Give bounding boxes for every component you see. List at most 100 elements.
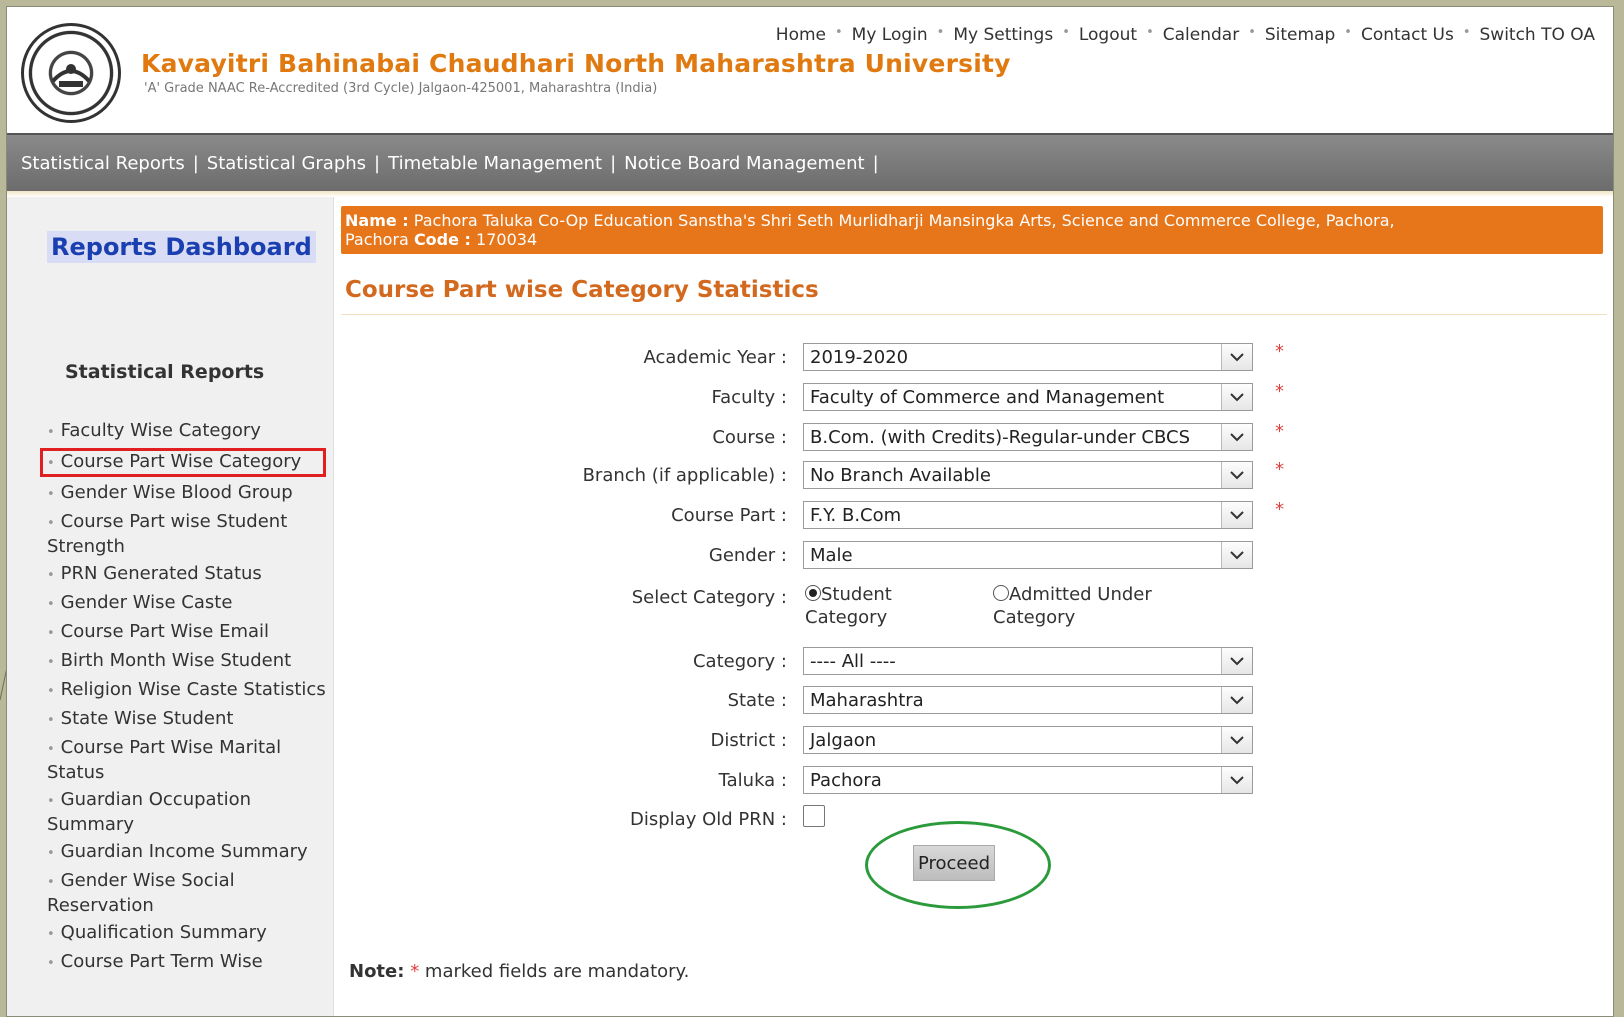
required-marker: *: [1275, 499, 1284, 520]
academic-year-select[interactable]: 2019-2020: [803, 343, 1253, 371]
sidebar-item-label: Course Part Term Wise: [60, 951, 263, 972]
site-header: Kavayitri Bahinabai Chaudhari North Maha…: [7, 7, 1613, 133]
nav-statistical-reports[interactable]: Statistical Reports: [21, 153, 185, 174]
chevron-down-icon[interactable]: [1221, 462, 1252, 488]
required-marker: *: [1275, 421, 1284, 442]
sidebar-item-prn-generated-status[interactable]: • PRN Generated Status: [47, 562, 329, 587]
chevron-down-icon[interactable]: [1221, 424, 1252, 450]
sidebar-section-title: Statistical Reports: [65, 361, 265, 383]
category-label: Category :: [692, 651, 787, 672]
sidebar-item-gender-wise-blood-group[interactable]: • Gender Wise Blood Group: [47, 481, 329, 506]
college-name-line2: Pachora: [345, 230, 409, 249]
sidebar-item-qualification-summary[interactable]: • Qualification Summary: [47, 921, 329, 946]
sidebar-item-label: Birth Month Wise Student: [60, 650, 292, 671]
select-category-row: Select Category : Student Category Admit…: [341, 583, 1607, 639]
university-seal-icon[interactable]: [21, 23, 121, 123]
state-select[interactable]: Maharashtra: [803, 686, 1253, 714]
proceed-button[interactable]: Proceed: [913, 845, 995, 881]
state-row: State : Maharashtra: [341, 686, 1607, 716]
sidebar-item-course-part-wise-email[interactable]: • Course Part Wise Email: [47, 620, 329, 645]
nav-separator: |: [872, 152, 879, 174]
sidebar-item-course-part-wise-category[interactable]: • Course Part Wise Category: [40, 448, 326, 477]
radio-student-label-2: Category: [805, 607, 888, 628]
link-my-login[interactable]: My Login: [852, 25, 928, 45]
required-marker: *: [1275, 459, 1284, 480]
sidebar-item-label: Qualification Summary: [60, 922, 267, 943]
sidebar-item-course-part-term-wise[interactable]: • Course Part Term Wise: [47, 950, 329, 975]
note-text: marked fields are mandatory.: [424, 961, 690, 982]
link-separator: •: [1062, 25, 1070, 40]
radio-unselected-icon[interactable]: [993, 585, 1009, 601]
sidebar-item-course-part-wise-student-strength[interactable]: • Course Part wise Student Strength: [47, 510, 329, 558]
link-my-settings[interactable]: My Settings: [953, 25, 1053, 45]
sidebar-item-label: Guardian Income Summary: [60, 841, 308, 862]
display-old-prn-checkbox[interactable]: [803, 805, 825, 827]
bullet-icon: •: [47, 846, 55, 861]
faculty-label: Faculty :: [711, 387, 787, 408]
radio-student-category[interactable]: Student Category: [805, 583, 892, 629]
link-separator: •: [936, 25, 945, 40]
sidebar-item-label: PRN Generated Status: [60, 563, 262, 584]
display-old-prn-row: Display Old PRN :: [341, 805, 1607, 835]
chevron-down-icon[interactable]: [1221, 384, 1252, 410]
bullet-icon: •: [47, 713, 55, 728]
link-sitemap[interactable]: Sitemap: [1265, 25, 1335, 45]
chevron-down-icon[interactable]: [1221, 767, 1252, 793]
state-label: State :: [727, 690, 787, 711]
taluka-select[interactable]: Pachora: [803, 766, 1253, 794]
sidebar-item-label: State Wise Student: [60, 708, 234, 729]
sidebar-item-label: Gender Wise Blood Group: [60, 482, 293, 503]
nav-timetable-management[interactable]: Timetable Management: [388, 153, 602, 174]
taluka-label: Taluka :: [718, 770, 787, 791]
bullet-icon: •: [47, 487, 55, 502]
category-select[interactable]: ---- All ----: [803, 647, 1253, 675]
nav-separator: |: [192, 152, 199, 174]
sidebar-item-gender-wise-social-reservation[interactable]: • Gender Wise Social Reservation: [47, 869, 329, 917]
sidebar-item-gender-wise-caste[interactable]: • Gender Wise Caste: [47, 591, 329, 616]
gender-label: Gender :: [708, 545, 787, 566]
sidebar-item-state-wise-student[interactable]: • State Wise Student: [47, 707, 329, 732]
sidebar-item-label: Guardian Occupation Summary: [47, 789, 252, 835]
college-code: 170034: [476, 230, 538, 249]
link-contact-us[interactable]: Contact Us: [1361, 25, 1454, 45]
radio-selected-icon[interactable]: [805, 585, 821, 601]
chevron-down-icon[interactable]: [1221, 542, 1252, 568]
select-category-label: Select Category :: [631, 587, 787, 608]
note-star: *: [410, 961, 420, 982]
sidebar-item-guardian-occupation-summary[interactable]: • Guardian Occupation Summary: [47, 788, 329, 836]
course-part-select[interactable]: F.Y. B.Com: [803, 501, 1253, 529]
radio-admitted-under-category[interactable]: Admitted Under Category: [993, 583, 1152, 629]
gender-row: Gender : Male: [341, 541, 1607, 571]
chevron-down-icon[interactable]: [1221, 687, 1252, 713]
radio-admitted-label-2: Category: [993, 607, 1076, 628]
link-logout[interactable]: Logout: [1079, 25, 1137, 45]
sidebar-item-faculty-wise-category[interactable]: • Faculty Wise Category: [47, 419, 329, 444]
chevron-down-icon[interactable]: [1221, 344, 1252, 370]
link-switch-to-oa[interactable]: Switch TO OA: [1480, 25, 1596, 45]
bullet-icon: •: [47, 927, 55, 942]
link-home[interactable]: Home: [776, 25, 826, 45]
sidebar-item-guardian-income-summary[interactable]: • Guardian Income Summary: [47, 840, 329, 865]
chevron-down-icon[interactable]: [1221, 648, 1252, 674]
chevron-down-icon[interactable]: [1221, 502, 1252, 528]
gender-value: Male: [810, 545, 853, 566]
sidebar-item-religion-wise-caste-statistics[interactable]: • Religion Wise Caste Statistics: [47, 678, 329, 703]
note-label: Note:: [349, 961, 405, 982]
sidebar-item-course-part-wise-marital-status[interactable]: • Course Part Wise Marital Status: [47, 736, 329, 784]
gender-select[interactable]: Male: [803, 541, 1253, 569]
nav-statistical-graphs[interactable]: Statistical Graphs: [207, 153, 366, 174]
branch-select[interactable]: No Branch Available: [803, 461, 1253, 489]
chevron-down-icon[interactable]: [1221, 727, 1252, 753]
reports-dashboard-link[interactable]: Reports Dashboard: [47, 231, 316, 263]
sidebar-item-birth-month-wise-student[interactable]: • Birth Month Wise Student: [47, 649, 329, 674]
link-calendar[interactable]: Calendar: [1163, 25, 1239, 45]
faculty-select[interactable]: Faculty of Commerce and Management: [803, 383, 1253, 411]
bullet-icon: •: [47, 626, 55, 641]
district-select[interactable]: Jalgaon: [803, 726, 1253, 754]
nav-notice-board-management[interactable]: Notice Board Management: [624, 153, 864, 174]
branch-label: Branch (if applicable) :: [582, 465, 787, 486]
branch-value: No Branch Available: [810, 465, 991, 486]
course-select[interactable]: B.Com. (with Credits)-Regular-under CBCS: [803, 423, 1253, 451]
sidebar-item-label: Gender Wise Caste: [60, 592, 233, 613]
sidebar-item-label: Course Part wise Student Strength: [47, 511, 288, 557]
